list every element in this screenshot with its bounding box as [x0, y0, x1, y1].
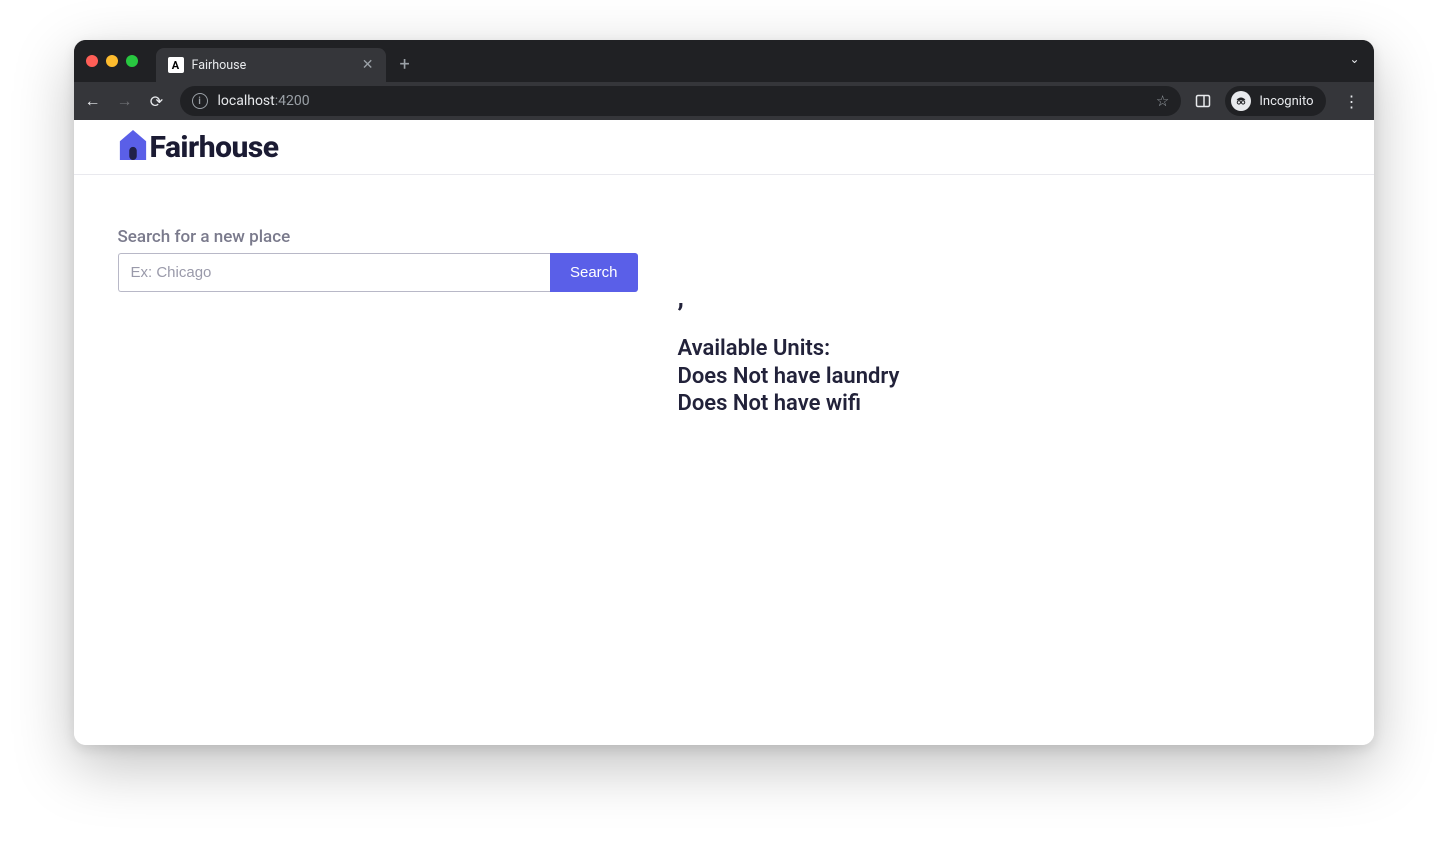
laundry-line: Does Not have laundry — [678, 363, 900, 391]
tab-overflow-icon[interactable]: ⌄ — [1349, 52, 1359, 66]
window-controls — [86, 55, 138, 67]
maximize-window-button[interactable] — [126, 55, 138, 67]
browser-chrome: A Fairhouse ✕ + ⌄ ← → ⟳ i localhost:4200… — [74, 40, 1374, 120]
tab-title: Fairhouse — [192, 58, 354, 73]
tab-bar: A Fairhouse ✕ + ⌄ — [74, 40, 1374, 82]
close-tab-icon[interactable]: ✕ — [362, 57, 374, 73]
new-tab-button[interactable]: + — [400, 54, 410, 75]
app-header: Fairhouse — [74, 120, 1374, 175]
app-logo[interactable]: Fairhouse — [118, 128, 279, 166]
close-window-button[interactable] — [86, 55, 98, 67]
search-row: Search — [118, 253, 638, 292]
browser-menu-icon[interactable]: ⋮ — [1340, 92, 1364, 111]
main-content: Search for a new place Search , Availabl… — [74, 175, 1374, 470]
search-label: Search for a new place — [118, 227, 638, 247]
app-brand-text: Fairhouse — [150, 130, 279, 165]
search-button[interactable]: Search — [550, 253, 638, 292]
incognito-badge[interactable]: Incognito — [1225, 86, 1325, 116]
url-port: :4200 — [275, 93, 310, 109]
search-section: Search for a new place Search — [118, 227, 638, 418]
reload-button[interactable]: ⟳ — [148, 92, 166, 111]
house-icon — [118, 128, 148, 166]
incognito-icon — [1231, 91, 1251, 111]
back-button[interactable]: ← — [84, 91, 102, 111]
browser-toolbar: ← → ⟳ i localhost:4200 ☆ Incognito ⋮ — [74, 82, 1374, 120]
available-units-line: Available Units: — [678, 335, 900, 363]
listing-location-heading: , — [678, 283, 900, 313]
browser-window: A Fairhouse ✕ + ⌄ ← → ⟳ i localhost:4200… — [74, 40, 1374, 745]
wifi-line: Does Not have wifi — [678, 390, 900, 418]
minimize-window-button[interactable] — [106, 55, 118, 67]
panel-icon[interactable] — [1195, 93, 1211, 109]
forward-button: → — [116, 91, 134, 111]
site-info-icon[interactable]: i — [192, 93, 208, 109]
url-host: localhost — [218, 93, 275, 109]
browser-tab[interactable]: A Fairhouse ✕ — [156, 48, 386, 82]
incognito-label: Incognito — [1259, 94, 1313, 109]
search-input[interactable] — [118, 253, 550, 292]
page-content: Fairhouse Search for a new place Search … — [74, 120, 1374, 745]
address-bar[interactable]: i localhost:4200 ☆ — [180, 86, 1182, 116]
listing-details: , Available Units: Does Not have laundry… — [678, 227, 900, 418]
bookmark-icon[interactable]: ☆ — [1156, 92, 1169, 110]
tab-favicon: A — [168, 57, 184, 73]
